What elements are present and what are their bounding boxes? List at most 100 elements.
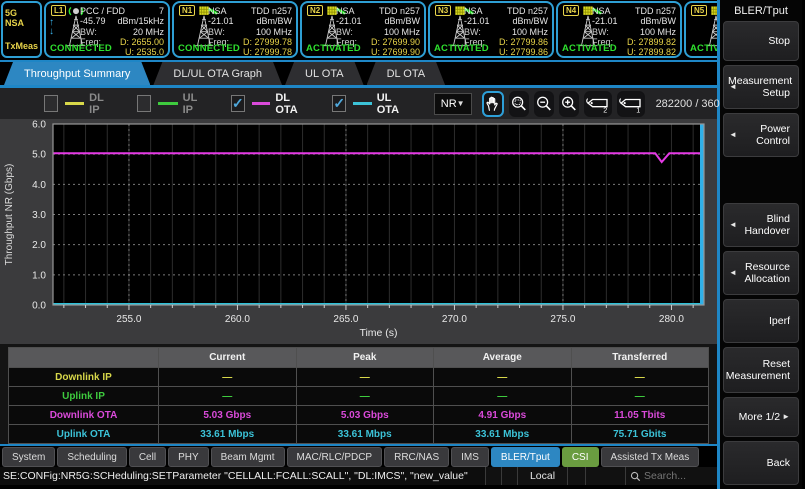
back-button[interactable]: Back: [723, 441, 799, 485]
cell-value: 33.61 Mbps: [159, 425, 297, 444]
search-box[interactable]: [625, 467, 717, 485]
graph-tabbar: Throughput Summary DL/UL OTA Graph UL OT…: [0, 62, 717, 88]
zoom-selection-button[interactable]: [509, 91, 529, 117]
reset-measurement-button[interactable]: Reset Measurement: [723, 347, 799, 393]
ul-ota-checkbox[interactable]: ✓: [332, 95, 346, 112]
tab-scheduling[interactable]: Scheduling: [57, 447, 126, 467]
tab-dlul-ota-graph[interactable]: DL/UL OTA Graph: [153, 62, 282, 85]
svg-text:2: 2: [603, 105, 607, 112]
tab-system[interactable]: System: [2, 447, 55, 467]
main-column: 5G NSA TxMeas L1 ↑↓: [0, 0, 720, 489]
cell-panel-l1[interactable]: L1 ↑↓ PCC / FDD7 -45.79dBm/1: [44, 1, 170, 58]
chevron-down-icon: ▼: [457, 99, 465, 108]
more-right-arrow-icon: ►: [782, 411, 790, 423]
measurement-setup-button[interactable]: ◄ Measurement Setup: [723, 65, 799, 109]
row-label: Downlink OTA: [9, 406, 159, 425]
cell-status-label: CONNECTED: [178, 43, 240, 54]
tab-cell[interactable]: Cell: [129, 447, 166, 467]
submenu-left-arrow-icon: ◄: [729, 129, 737, 141]
cell-value: 33.61 Mbps: [434, 425, 572, 444]
marker-2-icon: 2: [585, 95, 611, 113]
mode-line1: 5G NSA: [5, 8, 38, 28]
tech-select[interactable]: NR▼: [434, 93, 472, 115]
cell-value: —: [571, 368, 709, 387]
pan-tool-button[interactable]: [482, 91, 504, 117]
more-button[interactable]: More 1/2 ►: [723, 397, 799, 437]
legend-label: DL OTA: [275, 92, 306, 116]
marker-1-button[interactable]: 1: [617, 91, 645, 117]
corner-cell: [9, 348, 159, 368]
cell-value: —: [296, 387, 434, 406]
cell-panel-n4[interactable]: N4 NSATDD n257 -21.01dBm/BW: [556, 1, 682, 58]
stop-button[interactable]: Stop: [723, 21, 799, 61]
svg-text:6.0: 6.0: [32, 120, 46, 131]
col-header: Transferred: [571, 348, 709, 368]
legend-toolbar-row: DL IP UL IP ✓ DL OTA ✓ UL OTA NR▼: [0, 88, 717, 119]
cell-status-label: ACTIVATED: [434, 43, 489, 54]
dl-ip-checkbox[interactable]: [44, 95, 58, 112]
marker-1-icon: 1: [618, 95, 644, 113]
legend-item-ul-ota: ✓ UL OTA: [332, 92, 407, 116]
cell-value: —: [159, 387, 297, 406]
ul-ip-checkbox[interactable]: [137, 95, 151, 112]
tab-beam-mgmt[interactable]: Beam Mgmt: [211, 447, 285, 467]
cell-panel-n2[interactable]: N2 NSATDD n257 -21.01dBm/BW: [300, 1, 426, 58]
cell-value: —: [434, 368, 572, 387]
zoom-out-button[interactable]: [534, 91, 554, 117]
svg-text:Throughput NR (Gbps): Throughput NR (Gbps): [4, 164, 15, 266]
cell-status-label: CONNECTED: [50, 43, 112, 54]
blind-handover-button[interactable]: ◄ Blind Handover: [723, 203, 799, 247]
table-row: Downlink IP — — — —: [9, 368, 709, 387]
uplink-downlink-arrows-icon: ↑↓: [49, 18, 54, 36]
row-label: Uplink OTA: [9, 425, 159, 444]
dl-ip-color-line: [65, 102, 84, 105]
tab-phy[interactable]: PHY: [168, 447, 209, 467]
cell-panel-n1[interactable]: N1 NSATDD n257 -21.01dBm/BW: [172, 1, 298, 58]
tab-rrc-nas[interactable]: RRC/NAS: [384, 447, 449, 467]
col-header: Peak: [296, 348, 434, 368]
tab-throughput-summary[interactable]: Throughput Summary: [4, 62, 150, 85]
cell-value: —: [571, 387, 709, 406]
cell-status-label: ACTIVATED: [562, 43, 617, 54]
svg-text:0.0: 0.0: [32, 301, 46, 312]
dl-ota-checkbox[interactable]: ✓: [231, 95, 245, 112]
throughput-chart[interactable]: 255.0260.0265.0270.0275.0280.00.01.02.03…: [0, 119, 717, 344]
tab-bler-tput[interactable]: BLER/Tput: [491, 447, 560, 467]
row-label: Uplink IP: [9, 387, 159, 406]
cell-value: 33.61 Mbps: [296, 425, 434, 444]
iperf-button[interactable]: Iperf: [723, 299, 799, 343]
svg-text:2.0: 2.0: [32, 240, 46, 251]
svg-text:255.0: 255.0: [116, 314, 141, 325]
ul-ip-color-line: [158, 102, 177, 105]
tab-ul-ota[interactable]: UL OTA: [285, 62, 364, 85]
cell-value: 75.71 Gbits: [571, 425, 709, 444]
marker-2-button[interactable]: 2: [584, 91, 612, 117]
power-control-button[interactable]: ◄ Power Control: [723, 113, 799, 157]
tab-assisted-tx-meas[interactable]: Assisted Tx Meas: [601, 447, 700, 467]
legend-item-dl-ota: ✓ DL OTA: [231, 92, 306, 116]
tab-mac-rlc-pdcp[interactable]: MAC/RLC/PDCP: [287, 447, 383, 467]
zoom-in-button[interactable]: [559, 91, 579, 117]
legend-label: UL IP: [183, 92, 205, 116]
cell-panel-n3[interactable]: N3 NSATDD n257 -21.01dBm/BW: [428, 1, 554, 58]
status-bar: SE:CONFig:NR5G:SCHeduling:SETParameter "…: [0, 467, 717, 485]
legend-item-dl-ip: DL IP: [44, 92, 111, 116]
tab-csi[interactable]: CSI: [562, 447, 599, 467]
softkey-sidebar: BLER/Tput Stop ◄ Measurement Setup ◄ Pow…: [720, 0, 802, 489]
cell-value: 11.05 Tbits: [571, 406, 709, 425]
svg-text:280.0: 280.0: [659, 314, 684, 325]
svg-text:275.0: 275.0: [550, 314, 575, 325]
tab-dl-ota[interactable]: DL OTA: [367, 62, 446, 85]
dl-ota-color-line: [252, 102, 271, 105]
search-input[interactable]: [644, 470, 708, 482]
svg-text:260.0: 260.0: [225, 314, 250, 325]
status-segment: [485, 467, 501, 485]
legend-item-ul-ip: UL IP: [137, 92, 204, 116]
zoom-selection-icon: [510, 95, 528, 113]
table-header-row: Current Peak Average Transferred: [9, 348, 709, 368]
sidebar-title: BLER/Tput: [723, 2, 799, 21]
resource-allocation-button[interactable]: ◄ Resource Allocation: [723, 251, 799, 295]
legend-label: DL IP: [89, 92, 111, 116]
tab-ims[interactable]: IMS: [451, 447, 489, 467]
cell-panel-n5[interactable]: N5 ACTIVATED: [684, 1, 717, 58]
